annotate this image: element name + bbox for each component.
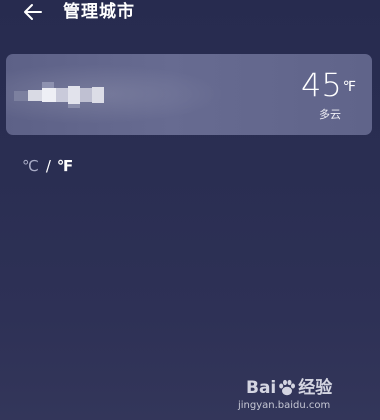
watermark-logo-text: Bai (246, 378, 277, 398)
celsius-option[interactable]: ℃ (22, 157, 39, 175)
fahrenheit-option[interactable]: ℉ (57, 157, 73, 175)
weather-condition: 多云 (319, 108, 341, 121)
back-button[interactable] (22, 1, 48, 23)
unit-separator: / (45, 157, 51, 175)
watermark-url: jingyan.baidu.com (238, 400, 331, 411)
city-name-obscured (14, 82, 106, 110)
arrow-left-icon (24, 4, 42, 20)
city-weather-card[interactable]: 45℉ 多云 (6, 54, 372, 135)
temperature-readout: 45℉ (301, 67, 356, 103)
temperature-value: 45 (300, 66, 342, 104)
watermark-logo-text-2: 经验 (298, 378, 333, 398)
app-header: 管理城市 (0, 0, 380, 28)
baidu-jingyan-watermark: Bai 经验 jingyan.baidu.com (238, 378, 366, 414)
temperature-unit: ℉ (342, 79, 356, 95)
paw-icon (277, 378, 297, 398)
watermark-logo: Bai 经验 (246, 378, 332, 398)
page-title: 管理城市 (63, 2, 135, 22)
temperature-unit-toggle: ℃ / ℉ (22, 157, 73, 175)
